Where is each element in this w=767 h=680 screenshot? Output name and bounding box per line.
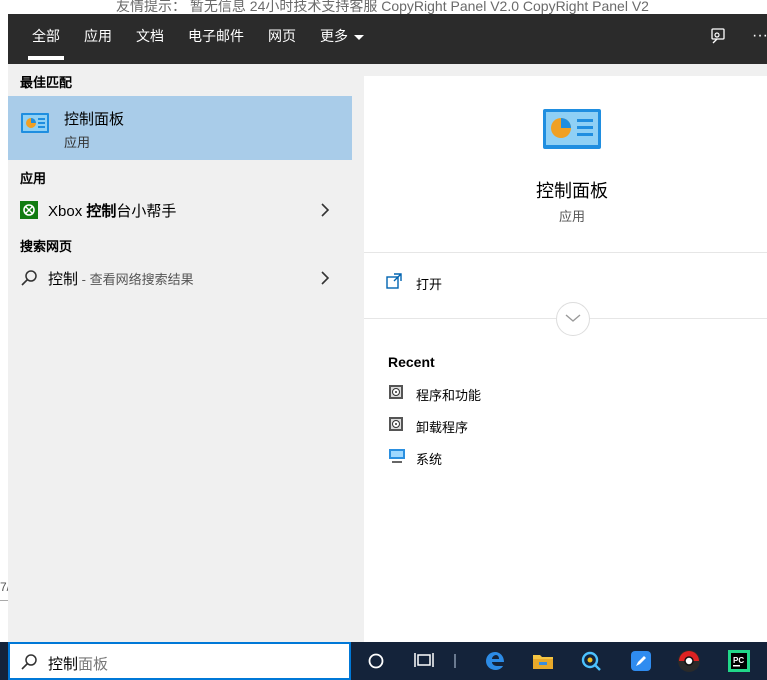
preview-title: 控制面板: [536, 181, 608, 201]
media-player-icon[interactable]: [666, 642, 712, 680]
pycharm-icon[interactable]: PC: [716, 642, 762, 680]
chevron-down-icon: [565, 310, 581, 328]
divider: [364, 252, 767, 253]
edge-icon[interactable]: [472, 642, 518, 680]
tab-web[interactable]: 网页: [256, 14, 308, 64]
notes-icon[interactable]: [618, 642, 664, 680]
tab-documents[interactable]: 文档: [124, 14, 176, 64]
search-input[interactable]: 控制面板: [8, 642, 351, 680]
tab-more[interactable]: 更多: [308, 14, 376, 64]
search-icon: [20, 269, 38, 292]
file-explorer-icon[interactable]: [520, 642, 566, 680]
task-view-icon[interactable]: [401, 642, 447, 680]
preview-pane: 控制面板 应用 打开 Recent 程序和功能 卸载程序 系统: [364, 76, 767, 642]
chevron-right-icon: [320, 270, 330, 291]
search-header: 全部 应用 文档 电子邮件 网页 更多 ···: [8, 14, 767, 64]
section-apps: 应用: [20, 171, 47, 186]
feedback-icon[interactable]: [706, 24, 730, 48]
search-filter-tabs: 全部 应用 文档 电子邮件 网页 更多: [20, 14, 376, 64]
chevron-down-icon: [354, 34, 364, 40]
background-window-edge: [0, 14, 8, 642]
system-icon: [388, 448, 406, 469]
tab-all[interactable]: 全部: [20, 14, 72, 64]
control-panel-icon: [542, 108, 602, 155]
background-divider: [0, 600, 8, 601]
list-item-web-search[interactable]: 控制 - 查看网络搜索结果: [8, 262, 352, 294]
xbox-icon: [20, 201, 38, 224]
programs-features-icon: [388, 384, 404, 405]
control-panel-icon: [20, 111, 50, 140]
section-web: 搜索网页: [20, 239, 73, 254]
cortana-icon[interactable]: [353, 642, 399, 680]
list-item-xbox[interactable]: Xbox 控制台小帮手: [8, 194, 352, 226]
recent-heading: Recent: [388, 354, 435, 370]
taskbar-divider: [454, 654, 456, 668]
svg-text:PC: PC: [733, 656, 744, 665]
preview-subtitle: 应用: [558, 209, 585, 224]
section-best-match: 最佳匹配: [20, 75, 73, 90]
taskbar: 控制面板 PC: [0, 642, 767, 680]
photos-icon[interactable]: [568, 642, 614, 680]
tab-apps[interactable]: 应用: [72, 14, 124, 64]
open-icon: [386, 273, 402, 294]
best-match-control-panel[interactable]: 控制面板 应用: [8, 96, 352, 160]
results-list: 最佳匹配 控制面板 应用 应用 Xbox 控制台小帮手 搜索网页 控制 - 查看…: [8, 64, 352, 642]
more-options-icon[interactable]: ···: [748, 24, 767, 48]
search-icon: [20, 653, 38, 676]
chevron-right-icon: [320, 202, 330, 223]
best-match-title: 控制面板: [64, 111, 125, 128]
background-window-text: 友情提示： 暂无信息 24小时技术支持客服 CopyRight Panel V2…: [0, 0, 767, 14]
search-panel: 全部 应用 文档 电子邮件 网页 更多 ··· 最佳匹配 控制面板 应用 应用 …: [8, 14, 767, 642]
tab-email[interactable]: 电子邮件: [176, 14, 256, 64]
background-marquee-text: 友情提示： 暂无信息 24小时技术支持客服 CopyRight Panel V2…: [116, 0, 649, 14]
best-match-subtitle: 应用: [64, 135, 91, 150]
uninstall-program-icon: [388, 416, 404, 437]
expand-button[interactable]: [556, 302, 590, 336]
